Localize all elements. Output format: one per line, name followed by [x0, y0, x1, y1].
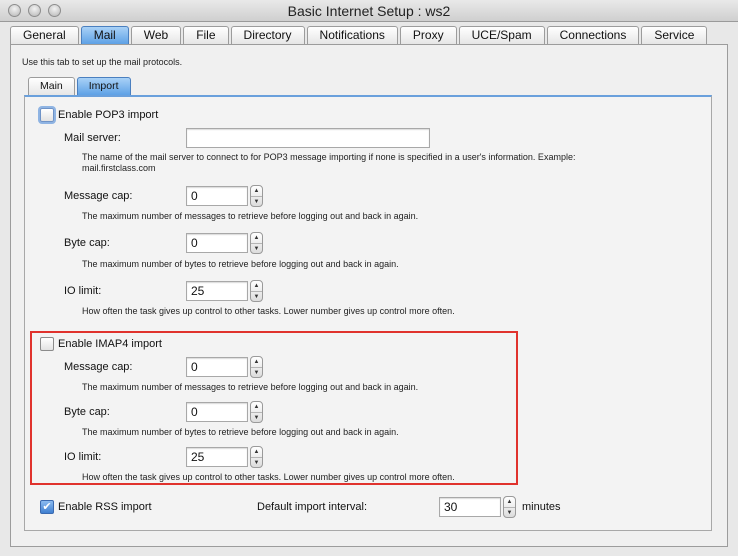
window: Basic Internet Setup : ws2 General Mail …: [0, 0, 738, 556]
imap4-message-cap-stepper[interactable]: ▲ ▼: [250, 356, 263, 378]
tab-mail[interactable]: Mail: [80, 26, 129, 45]
pop3-message-cap-label: Message cap:: [64, 190, 133, 202]
pop3-message-cap-stepper[interactable]: ▲ ▼: [250, 185, 263, 207]
imap4-byte-cap-field[interactable]: 0: [186, 402, 248, 422]
pop3-io-limit-stepper[interactable]: ▲ ▼: [250, 280, 263, 302]
stepper-up-icon[interactable]: ▲: [251, 402, 262, 412]
stepper-down-icon[interactable]: ▼: [251, 457, 262, 467]
tab-web[interactable]: Web: [130, 26, 182, 45]
pop3-mail-server-label: Mail server:: [64, 132, 121, 144]
subtab-main[interactable]: Main: [28, 77, 75, 96]
intro-text: Use this tab to set up the mail protocol…: [22, 57, 183, 67]
pop3-mail-server-field[interactable]: [186, 128, 430, 148]
pop3-byte-cap-help: The maximum number of bytes to retrieve …: [82, 259, 399, 269]
imap4-message-cap-label: Message cap:: [64, 361, 133, 373]
imap4-io-limit-field[interactable]: 25: [186, 447, 248, 467]
title-bar[interactable]: Basic Internet Setup : ws2: [0, 0, 738, 22]
pop3-byte-cap-label: Byte cap:: [64, 237, 110, 249]
stepper-down-icon[interactable]: ▼: [251, 243, 262, 253]
tab-proxy[interactable]: Proxy: [399, 26, 457, 45]
main-tab-bar: General Mail Web File Directory Notifica…: [10, 26, 709, 45]
rss-enable-checkbox[interactable]: ✔: [40, 500, 54, 514]
pop3-enable-label: Enable POP3 import: [58, 109, 159, 121]
imap4-byte-cap-help: The maximum number of bytes to retrieve …: [82, 427, 399, 437]
stepper-down-icon[interactable]: ▼: [251, 291, 262, 301]
imap4-byte-cap-stepper[interactable]: ▲ ▼: [250, 401, 263, 423]
pop3-mail-server-help: The name of the mail server to connect t…: [82, 152, 576, 173]
tab-uce-spam[interactable]: UCE/Spam: [458, 26, 545, 45]
stepper-down-icon[interactable]: ▼: [504, 507, 515, 517]
tab-file[interactable]: File: [183, 26, 229, 45]
pop3-byte-cap-field[interactable]: 0: [186, 233, 248, 253]
rss-interval-stepper[interactable]: ▲ ▼: [503, 496, 516, 518]
stepper-up-icon[interactable]: ▲: [251, 357, 262, 367]
imap4-enable-label: Enable IMAP4 import: [58, 338, 162, 350]
pop3-io-limit-field[interactable]: 25: [186, 281, 248, 301]
pop3-message-cap-field[interactable]: 0: [186, 186, 248, 206]
stepper-down-icon[interactable]: ▼: [251, 367, 262, 377]
stepper-down-icon[interactable]: ▼: [251, 412, 262, 422]
stepper-up-icon[interactable]: ▲: [251, 281, 262, 291]
imap4-byte-cap-label: Byte cap:: [64, 406, 110, 418]
rss-interval-unit: minutes: [522, 501, 561, 513]
stepper-up-icon[interactable]: ▲: [251, 447, 262, 457]
stepper-up-icon[interactable]: ▲: [251, 186, 262, 196]
tab-notifications[interactable]: Notifications: [306, 26, 398, 45]
stepper-down-icon[interactable]: ▼: [251, 196, 262, 206]
imap4-message-cap-help: The maximum number of messages to retrie…: [82, 382, 419, 392]
tab-directory[interactable]: Directory: [230, 26, 305, 45]
subtab-import[interactable]: Import: [76, 77, 131, 96]
pop3-enable-checkbox[interactable]: [40, 108, 54, 122]
imap4-io-limit-help: How often the task gives up control to o…: [82, 472, 455, 482]
imap4-io-limit-stepper[interactable]: ▲ ▼: [250, 446, 263, 468]
imap4-enable-checkbox[interactable]: [40, 337, 54, 351]
pop3-io-limit-help: How often the task gives up control to o…: [82, 306, 455, 316]
pop3-byte-cap-stepper[interactable]: ▲ ▼: [250, 232, 263, 254]
window-title: Basic Internet Setup : ws2: [287, 3, 451, 19]
pop3-message-cap-help: The maximum number of messages to retrie…: [82, 211, 419, 221]
tab-service[interactable]: Service: [641, 26, 708, 45]
sub-tab-bar: Main Import: [28, 77, 133, 96]
stepper-up-icon[interactable]: ▲: [504, 497, 515, 507]
rss-interval-field[interactable]: 30: [439, 497, 501, 517]
stepper-up-icon[interactable]: ▲: [251, 233, 262, 243]
tab-general[interactable]: General: [10, 26, 79, 45]
rss-interval-label: Default import interval:: [257, 501, 368, 513]
pop3-io-limit-label: IO limit:: [64, 285, 102, 297]
imap4-message-cap-field[interactable]: 0: [186, 357, 248, 377]
rss-enable-label: Enable RSS import: [58, 501, 152, 513]
checkmark-icon: ✔: [42, 501, 52, 513]
imap4-io-limit-label: IO limit:: [64, 451, 102, 463]
tab-connections[interactable]: Connections: [546, 26, 640, 45]
